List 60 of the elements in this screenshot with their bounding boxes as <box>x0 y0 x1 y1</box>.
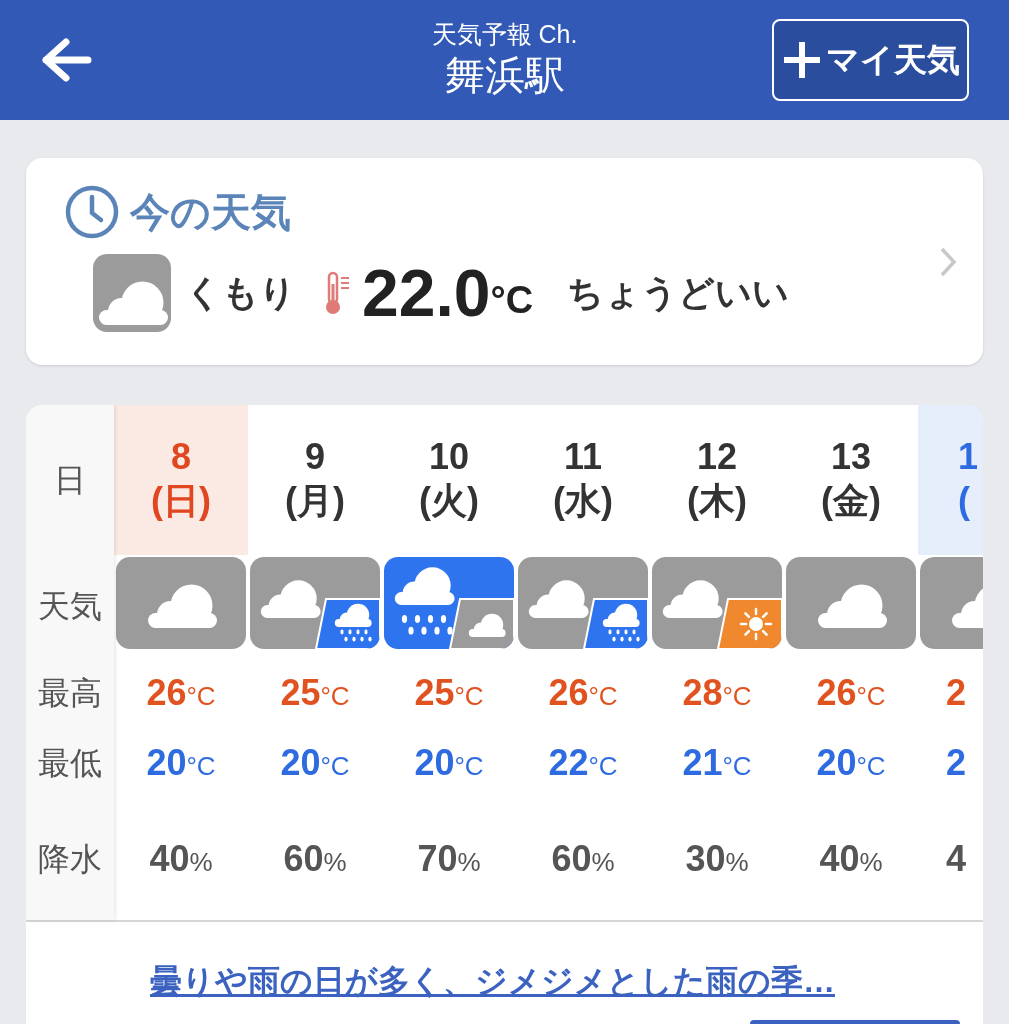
row-label: 天気 <box>38 587 102 627</box>
precipitation: 60% <box>283 836 347 881</box>
cloud-icon <box>116 556 246 649</box>
high-temperature: 25°C <box>280 670 350 715</box>
current-weather-card[interactable]: 今の天気 くもり 22.0°C ちょうどいい <box>26 158 983 365</box>
low-temperature: 20°C <box>816 740 886 785</box>
cloud-and-rain-icon <box>518 556 648 649</box>
date: 12 <box>696 437 737 477</box>
weekday: ( <box>958 479 970 523</box>
date: 10 <box>428 437 469 477</box>
weekday: (月) <box>285 479 345 523</box>
row-label: 降水 <box>38 839 102 879</box>
weather-condition: くもり <box>185 271 296 315</box>
cloud-and-rain-icon <box>250 556 380 649</box>
high-temperature: 26°C <box>816 670 886 715</box>
precipitation: 30% <box>685 836 749 881</box>
precipitation: 60% <box>551 836 615 881</box>
low-temperature: 20°C <box>146 740 216 785</box>
row-label: 最低 <box>38 743 102 783</box>
cloud-and-sun-icon <box>652 556 782 649</box>
precipitation: 40% <box>819 836 883 881</box>
temperature-unit: °C <box>490 277 534 323</box>
clock-icon <box>64 184 120 240</box>
low-temperature: 2 <box>946 740 967 785</box>
my-weather-button[interactable]: マイ天気 <box>772 19 969 101</box>
date: 9 <box>305 437 325 477</box>
high-temperature: 26°C <box>146 670 216 715</box>
chevron-right-icon <box>939 246 957 278</box>
weekday: (金) <box>821 479 881 523</box>
feeling-label: ちょうどいい <box>567 271 790 315</box>
low-temperature: 20°C <box>280 740 350 785</box>
high-temperature: 2 <box>946 670 967 715</box>
high-temperature: 28°C <box>682 670 752 715</box>
rain-and-cloud-icon <box>384 556 514 649</box>
cloud-icon <box>786 556 916 649</box>
date: 11 <box>563 437 603 477</box>
section-heading: 今の天気 <box>130 189 291 236</box>
low-temperature: 22°C <box>548 740 618 785</box>
precipitation: 40% <box>149 836 213 881</box>
back-icon[interactable] <box>40 38 92 82</box>
precipitation: 70% <box>417 836 481 881</box>
temperature: 22.0 <box>362 260 491 326</box>
high-temperature: 26°C <box>548 670 618 715</box>
weekday: (火) <box>419 479 479 523</box>
date: 1 <box>958 437 979 477</box>
low-temperature: 20°C <box>414 740 484 785</box>
weekday: (日) <box>151 479 211 523</box>
date: 8 <box>171 437 191 477</box>
plus-icon <box>781 40 822 80</box>
high-temperature: 25°C <box>414 670 484 715</box>
low-temperature: 21°C <box>682 740 752 785</box>
app-name: 天気予報 Ch. <box>431 19 578 50</box>
weekday: (水) <box>553 479 613 523</box>
date: 13 <box>830 437 871 477</box>
summary-link[interactable]: 曇りや雨の日が多く、ジメジメとした雨の季… <box>150 957 835 1005</box>
precipitation: 4 <box>946 836 967 881</box>
page-title: 舞浜駅 <box>444 52 565 99</box>
row-label: 最高 <box>38 673 102 713</box>
weekday: (木) <box>687 479 747 523</box>
row-label: 日 <box>54 460 86 500</box>
